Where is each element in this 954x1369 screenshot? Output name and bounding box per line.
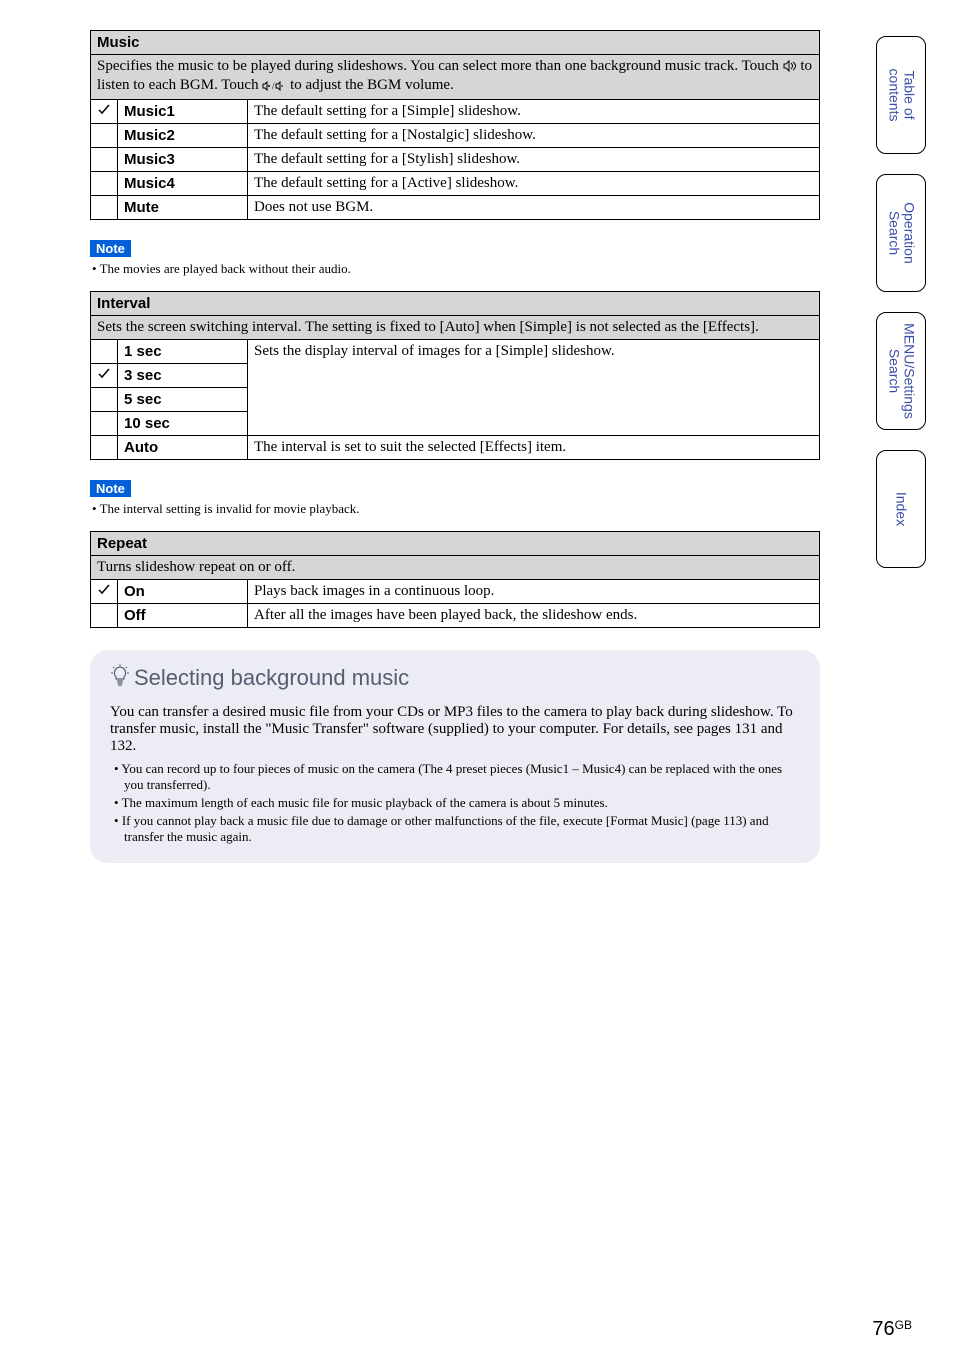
page-number: 76GB: [872, 1318, 912, 1341]
table-row: AutoThe interval is set to suit the sele…: [91, 436, 820, 460]
side-tab-label: OperationSearch: [886, 202, 917, 263]
option-desc: Does not use BGM.: [248, 196, 820, 220]
table-row: Music4The default setting for a [Active]…: [91, 172, 820, 196]
note-text: • The interval setting is invalid for mo…: [92, 501, 820, 517]
tip-title: Selecting background music: [110, 664, 800, 694]
check-cell: [91, 364, 118, 388]
option-label: On: [118, 580, 248, 604]
check-cell: [91, 412, 118, 436]
side-tab-label: Index: [893, 492, 908, 526]
tip-bullet: The maximum length of each music file fo…: [114, 795, 800, 811]
music-description: Specifies the music to be played during …: [91, 55, 820, 100]
music-header: Music: [91, 31, 820, 55]
check-cell: [91, 604, 118, 628]
option-label: 1 sec: [118, 340, 248, 364]
table-row: MuteDoes not use BGM.: [91, 196, 820, 220]
option-label: 5 sec: [118, 388, 248, 412]
option-desc: The default setting for a [Active] slide…: [248, 172, 820, 196]
check-cell: [91, 580, 118, 604]
check-cell: [91, 124, 118, 148]
table-row: Music3The default setting for a [Stylish…: [91, 148, 820, 172]
option-desc: The default setting for a [Simple] slide…: [248, 100, 820, 124]
tip-body: You can transfer a desired music file fr…: [110, 704, 800, 755]
option-label: Music4: [118, 172, 248, 196]
check-cell: [91, 172, 118, 196]
option-desc: The interval is set to suit the selected…: [248, 436, 820, 460]
option-desc: The default setting for a [Stylish] slid…: [248, 148, 820, 172]
interval-description: Sets the screen switching interval. The …: [91, 316, 820, 340]
note-badge: Note: [90, 240, 131, 257]
lightbulb-icon: [110, 664, 130, 694]
speaker-wave-icon: [783, 60, 797, 77]
repeat-table: Repeat Turns slideshow repeat on or off.…: [90, 531, 820, 628]
check-cell: [91, 100, 118, 124]
check-cell: [91, 196, 118, 220]
option-desc: The default setting for a [Nostalgic] sl…: [248, 124, 820, 148]
table-row: Music1The default setting for a [Simple]…: [91, 100, 820, 124]
note-text: • The movies are played back without the…: [92, 261, 820, 277]
option-label: Off: [118, 604, 248, 628]
note-badge: Note: [90, 480, 131, 497]
repeat-description: Turns slideshow repeat on or off.: [91, 556, 820, 580]
option-desc: Sets the display interval of images for …: [248, 340, 820, 436]
option-label: Mute: [118, 196, 248, 220]
check-cell: [91, 436, 118, 460]
tip-bullet: If you cannot play back a music file due…: [114, 813, 800, 845]
interval-header: Interval: [91, 292, 820, 316]
option-label: 3 sec: [118, 364, 248, 388]
volume-plus-minus-icon: /: [262, 79, 286, 96]
check-cell: [91, 388, 118, 412]
side-tab[interactable]: OperationSearch: [876, 174, 926, 292]
option-label: Auto: [118, 436, 248, 460]
side-tab[interactable]: Index: [876, 450, 926, 568]
side-tab[interactable]: MENU/SettingsSearch: [876, 312, 926, 430]
side-tab-label: Table ofcontents: [886, 69, 917, 122]
table-row: 1 secSets the display interval of images…: [91, 340, 820, 364]
svg-text:/: /: [272, 81, 275, 91]
table-row: Music2The default setting for a [Nostalg…: [91, 124, 820, 148]
tip-box: Selecting background music You can trans…: [90, 650, 820, 863]
option-desc: Plays back images in a continuous loop.: [248, 580, 820, 604]
check-cell: [91, 340, 118, 364]
option-desc: After all the images have been played ba…: [248, 604, 820, 628]
option-label: Music2: [118, 124, 248, 148]
repeat-header: Repeat: [91, 532, 820, 556]
table-row: OffAfter all the images have been played…: [91, 604, 820, 628]
option-label: Music1: [118, 100, 248, 124]
option-label: Music3: [118, 148, 248, 172]
tip-bullet: You can record up to four pieces of musi…: [114, 761, 800, 793]
tip-bullet-list: You can record up to four pieces of musi…: [114, 761, 800, 845]
interval-table: Interval Sets the screen switching inter…: [90, 291, 820, 460]
music-table: Music Specifies the music to be played d…: [90, 30, 820, 220]
table-row: OnPlays back images in a continuous loop…: [91, 580, 820, 604]
side-tab-label: MENU/SettingsSearch: [886, 323, 917, 419]
check-cell: [91, 148, 118, 172]
side-tab[interactable]: Table ofcontents: [876, 36, 926, 154]
option-label: 10 sec: [118, 412, 248, 436]
